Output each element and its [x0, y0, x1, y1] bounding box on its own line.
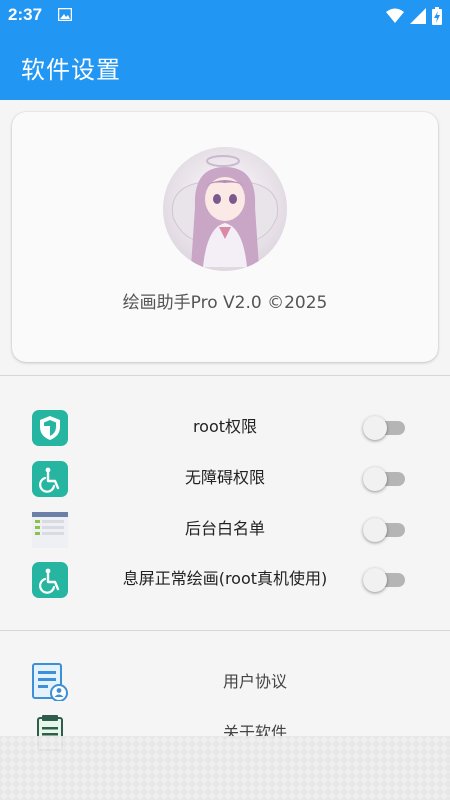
setting-label: 息屏正常绘画(root真机使用)	[122, 569, 328, 588]
info-label: 用户协议	[222, 672, 287, 691]
root-permission-toggle[interactable]	[363, 416, 405, 440]
avatar	[163, 147, 287, 271]
accessibility-permission-toggle[interactable]	[363, 467, 405, 491]
signal-icon	[410, 8, 426, 24]
setting-label: 后台白名单	[184, 519, 265, 538]
bottom-overlay	[0, 736, 450, 800]
status-bar: 2:37	[0, 0, 450, 32]
user-agreement-icon	[32, 663, 68, 701]
anime-angel-avatar-icon	[163, 147, 287, 271]
setting-row-background-whitelist[interactable]: 后台白名单	[0, 504, 450, 554]
setting-label: 无障碍权限	[184, 468, 265, 487]
page-title: 软件设置	[21, 56, 121, 84]
screen-off-drawing-toggle[interactable]	[363, 568, 405, 592]
accessibility-icon	[32, 461, 68, 497]
accessibility-icon	[32, 562, 68, 598]
app-version-text: 绘画助手Pro V2.0 ©2025	[122, 293, 328, 313]
divider	[0, 630, 450, 631]
background-whitelist-toggle[interactable]	[363, 518, 405, 542]
setting-label: root权限	[192, 417, 258, 436]
wifi-icon	[386, 8, 404, 23]
battery-charging-icon	[432, 7, 442, 25]
setting-row-screen-off-drawing[interactable]: 息屏正常绘画(root真机使用)	[0, 554, 450, 604]
setting-row-root[interactable]: root权限	[0, 402, 450, 452]
image-icon	[58, 8, 72, 21]
divider	[0, 375, 450, 376]
setting-row-accessibility[interactable]: 无障碍权限	[0, 453, 450, 503]
shield-icon	[32, 410, 68, 446]
app-list-icon	[32, 512, 68, 548]
app-bar: 软件设置	[0, 32, 450, 100]
user-agreement-item[interactable]: 用户协议	[0, 657, 450, 707]
profile-card: 绘画助手Pro V2.0 ©2025	[12, 112, 438, 362]
status-time: 2:37	[8, 5, 43, 24]
